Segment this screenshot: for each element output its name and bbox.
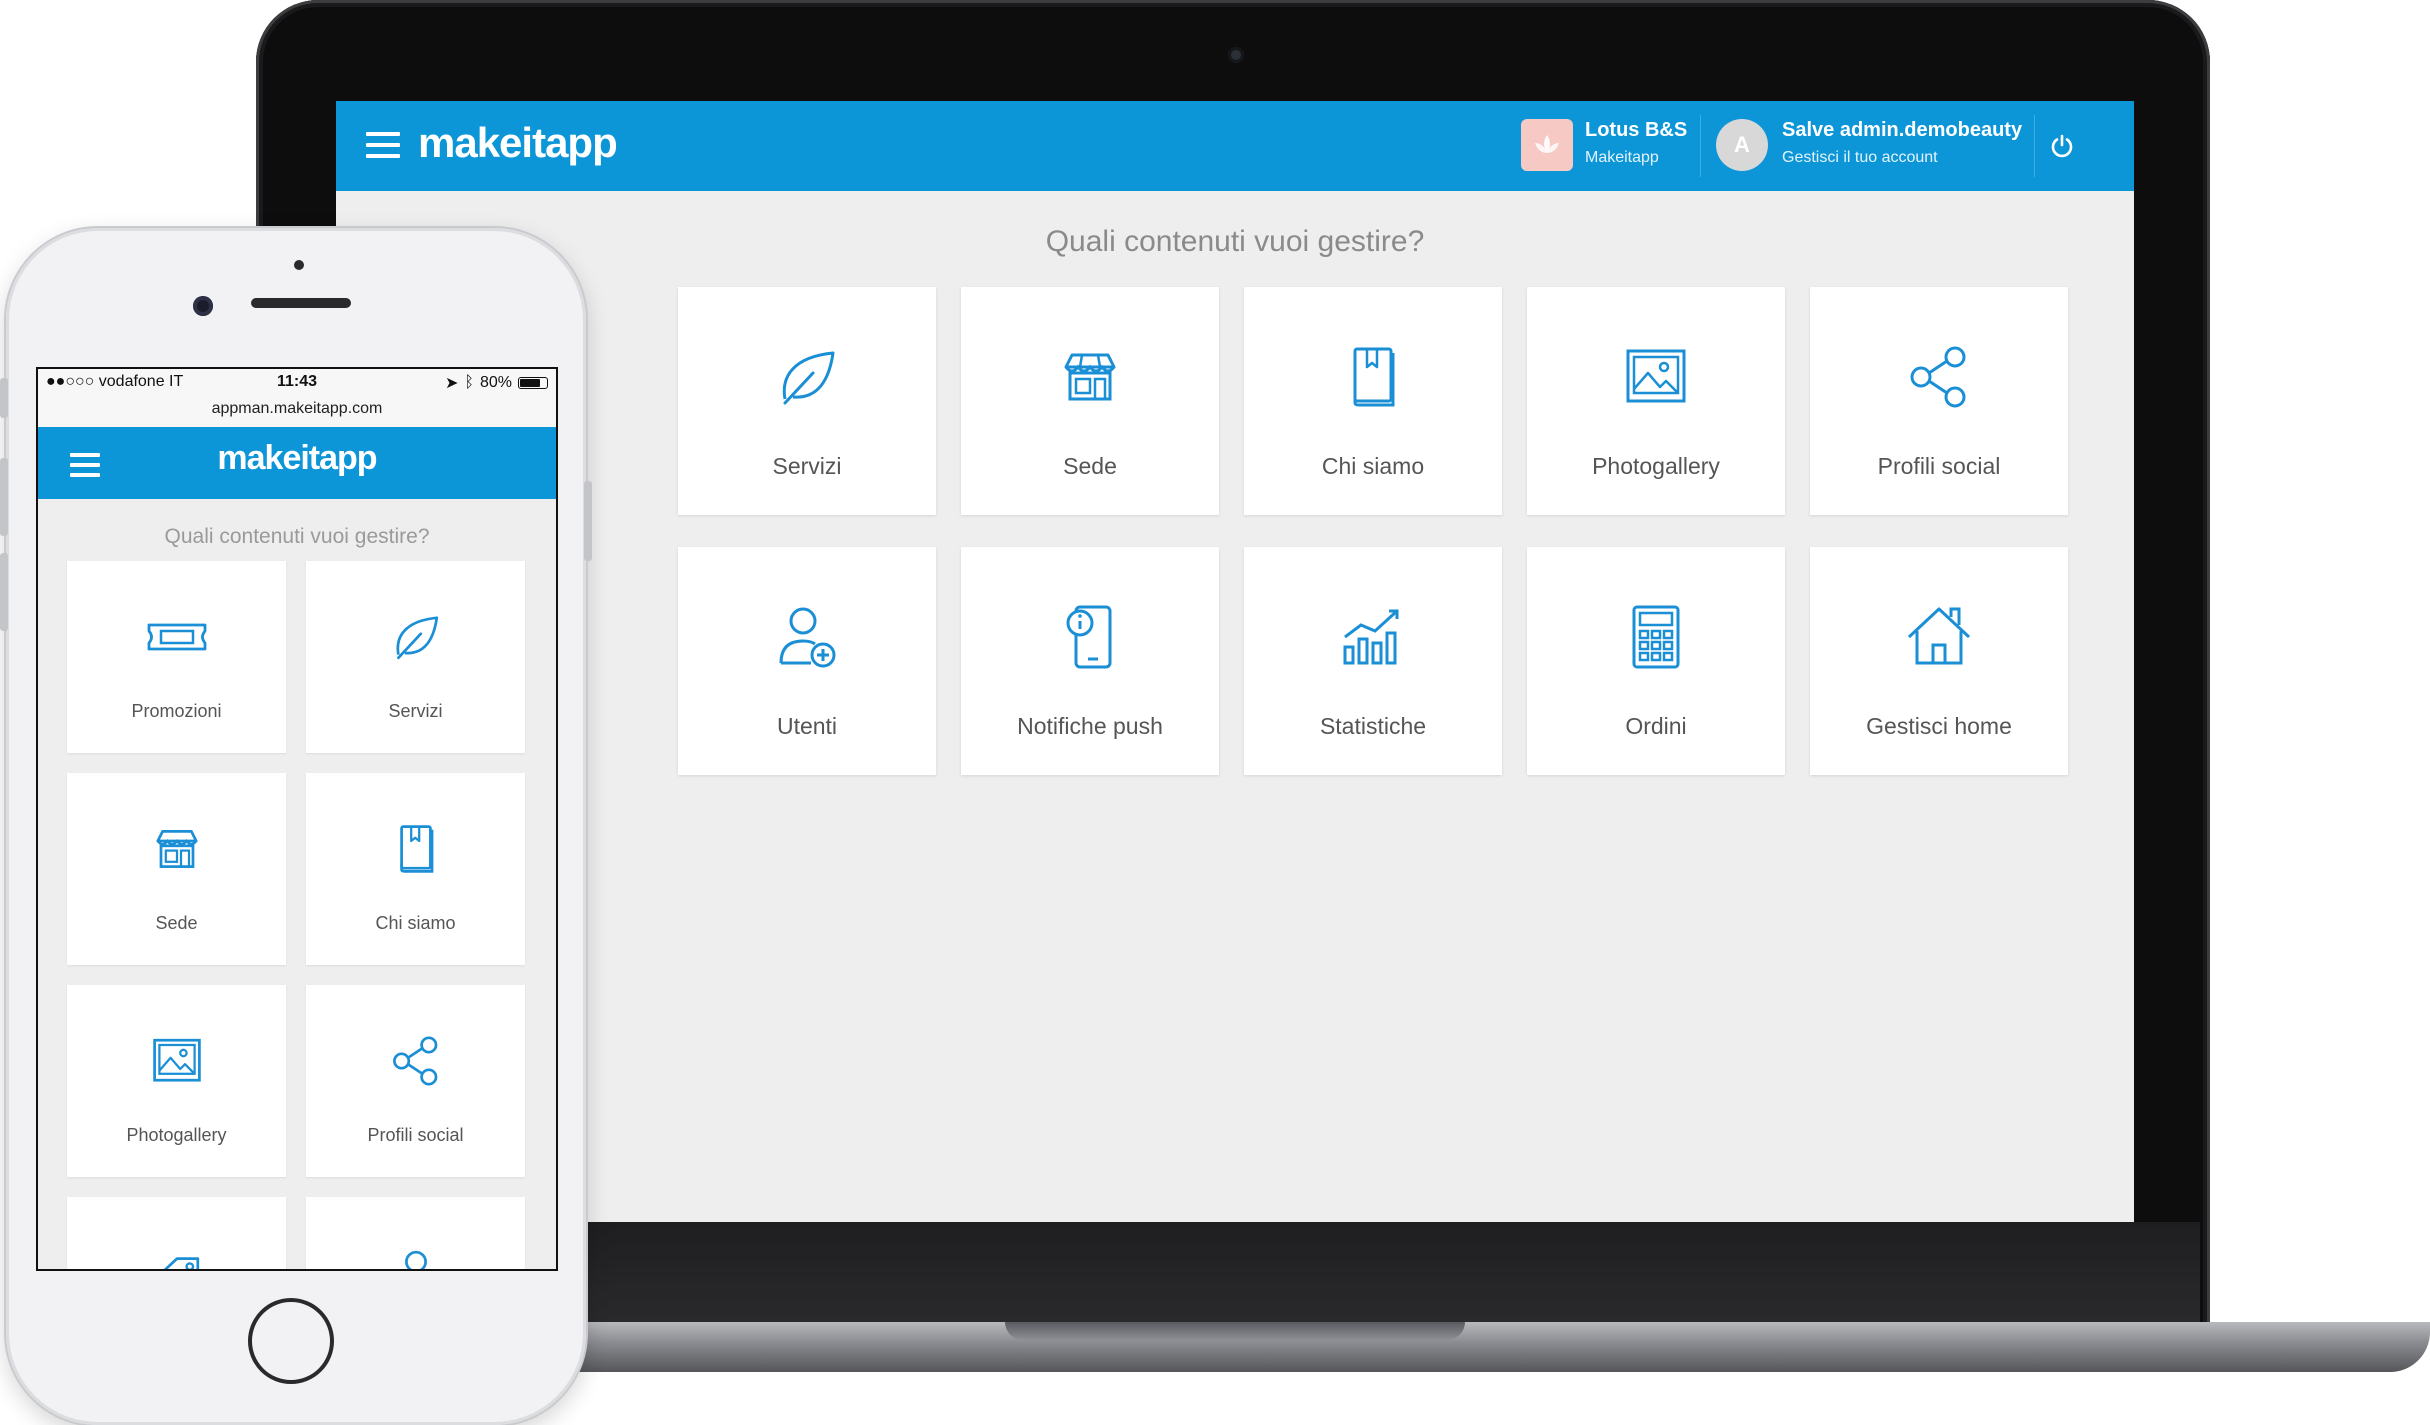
leaf-icon <box>782 351 835 405</box>
phone-screen: ●●○○○ vodafone IT 11:43 ➤ ᛒ 80% appman.m… <box>38 369 556 1269</box>
book-icon <box>1353 347 1395 407</box>
image-icon <box>153 1038 201 1082</box>
tile-label: Chi siamo <box>375 913 456 933</box>
phone-mockup: ●●○○○ vodafone IT 11:43 ➤ ᛒ 80% appman.m… <box>0 228 592 1425</box>
header-divider <box>2034 115 2035 177</box>
tile-label: Chi siamo <box>1321 453 1425 479</box>
bluetooth-icon: ᛒ <box>464 374 474 391</box>
battery-indicator: ➤ ᛒ 80% <box>445 373 548 393</box>
tile-label: Gestisci home <box>1866 713 2012 739</box>
mute-switch <box>0 378 8 418</box>
brand-logo[interactable]: makeitapp <box>38 439 556 478</box>
account-menu[interactable]: A Salve admin.demobeauty Gestisci il tuo… <box>1716 116 2046 176</box>
tile-label: Servizi <box>388 701 443 721</box>
share-icon <box>393 1036 438 1086</box>
tile-servizi[interactable]: Servizi <box>678 287 936 515</box>
proximity-sensor <box>294 260 304 270</box>
app-subtitle: Makeitapp <box>1585 149 1659 166</box>
app-switcher[interactable]: Lotus B&S Makeitapp <box>1521 116 1696 176</box>
webcam <box>1228 47 1244 63</box>
avatar: A <box>1716 119 1768 171</box>
tag-icon <box>163 1257 200 1269</box>
tile-partial[interactable] <box>67 1197 286 1269</box>
tile-label: Sede <box>155 913 198 933</box>
home-icon <box>1907 607 1971 665</box>
phone-info-icon <box>1066 605 1112 669</box>
tile-utenti[interactable]: Utenti <box>678 547 936 775</box>
image-icon <box>1626 349 1686 403</box>
tile-photogallery[interactable]: Photogallery <box>1527 287 1785 515</box>
lotus-app-thumbnail <box>1521 119 1573 171</box>
user-icon <box>405 1250 427 1269</box>
laptop-notch <box>1005 1322 1465 1340</box>
earpiece-speaker <box>251 298 351 308</box>
battery-percent: 80% <box>479 374 512 391</box>
tile-sede[interactable]: Sede <box>67 773 286 965</box>
tile-label: Profili social <box>1877 453 2001 479</box>
header-divider <box>1700 115 1701 177</box>
tile-promozioni[interactable]: Promozioni <box>67 561 286 753</box>
tile-photogallery[interactable]: Photogallery <box>67 985 286 1177</box>
tile-profili-social[interactable]: Profili social <box>1810 287 2068 515</box>
tile-servizi[interactable]: Servizi <box>306 561 525 753</box>
page-title: Quali contenuti vuoi gestire? <box>164 525 430 548</box>
tile-label: Photogallery <box>126 1125 227 1145</box>
tile-notifiche-push[interactable]: Notifiche push <box>961 547 1219 775</box>
tile-label: Utenti <box>776 713 838 739</box>
tile-sede[interactable]: Sede <box>961 287 1219 515</box>
ticket-icon <box>147 623 207 651</box>
tile-label: Promozioni <box>131 701 222 721</box>
side-button <box>584 481 592 561</box>
user-greeting: Salve admin.demobeauty <box>1782 119 2023 141</box>
tile-chi-siamo[interactable]: Chi siamo <box>1244 287 1502 515</box>
tile-partial[interactable] <box>306 1197 525 1269</box>
manage-account-link: Gestisci il tuo account <box>1782 149 1938 166</box>
book-icon <box>400 825 434 873</box>
tile-ordini[interactable]: Ordini <box>1527 547 1785 775</box>
leaf-icon <box>396 616 439 660</box>
tile-gestisci-home[interactable]: Gestisci home <box>1810 547 2068 775</box>
hamburger-menu-icon[interactable] <box>366 131 400 159</box>
mobile-top-bar: makeitapp <box>38 427 556 499</box>
tile-label: Notifiche push <box>1017 713 1163 739</box>
laptop-screen: makeitapp Lotus B&S Makeitapp A Salve ad… <box>336 101 2134 1222</box>
status-bar: ●●○○○ vodafone IT 11:43 ➤ ᛒ 80% appman.m… <box>38 369 556 427</box>
address-bar[interactable]: appman.makeitapp.com <box>38 400 556 418</box>
front-camera <box>193 296 213 316</box>
lotus-flower-icon <box>1535 135 1559 153</box>
app-name: Lotus B&S <box>1585 119 1688 141</box>
brand-logo[interactable]: makeitapp <box>418 119 618 167</box>
tile-label: Profili social <box>367 1125 464 1145</box>
tile-label: Photogallery <box>1592 453 1720 479</box>
tile-chi-siamo[interactable]: Chi siamo <box>306 773 525 965</box>
page-title: Quali contenuti vuoi gestire? <box>1045 225 1425 258</box>
share-icon <box>1910 346 1966 408</box>
location-icon: ➤ <box>444 375 459 392</box>
tile-label: Servizi <box>772 453 842 479</box>
battery-icon <box>518 377 548 389</box>
tile-statistiche[interactable]: Statistiche <box>1244 547 1502 775</box>
tile-label: Sede <box>1063 453 1117 479</box>
chart-icon <box>1343 609 1399 665</box>
calculator-icon <box>1632 605 1680 669</box>
volume-down-button <box>0 553 8 631</box>
tile-label: Ordini <box>1625 713 1687 739</box>
top-bar: makeitapp Lotus B&S Makeitapp A Salve ad… <box>336 101 2134 191</box>
power-icon[interactable] <box>2048 132 2076 160</box>
tile-label: Statistiche <box>1319 713 1427 739</box>
home-button[interactable] <box>248 1298 334 1384</box>
store-icon <box>156 830 198 868</box>
tile-profili-social[interactable]: Profili social <box>306 985 525 1177</box>
user-add-icon <box>779 607 836 668</box>
store-icon <box>1064 353 1116 401</box>
volume-up-button <box>0 458 8 536</box>
battery-fill <box>520 379 541 387</box>
